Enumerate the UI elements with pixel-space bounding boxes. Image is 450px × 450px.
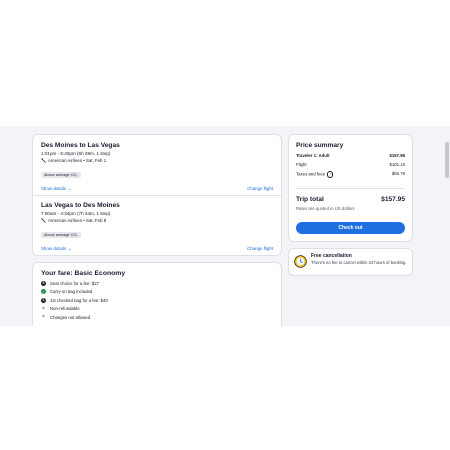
fare-item-text: 1st checked bag for a fee: $40 (50, 297, 108, 303)
price-summary-card: Price summary Traveler 1: Adult $157.95 … (288, 134, 413, 242)
co2-badge: Above average CO₂ (41, 172, 81, 178)
show-details-label: Show details (41, 186, 66, 191)
leg-divider (33, 195, 281, 196)
trip-total-row: Trip total $157.95 (296, 196, 405, 203)
free-cancellation-text: There's no fee to cancel within 24 hours… (311, 260, 407, 265)
taxes-label: Taxes and fees (296, 171, 325, 177)
fare-item-text: Carry-on bag included (50, 289, 93, 294)
check-out-button[interactable]: Check out (296, 222, 405, 234)
chevron-down-icon: ⌄ (67, 186, 72, 191)
flight-leg-times: 1:01pm - 5:40pm (6h 39m, 1 stop) (41, 151, 111, 156)
flight-leg-return: Las Vegas to Des Moines 7:00am - 4:34pm … (41, 202, 273, 252)
change-flight-link[interactable]: Change flight (247, 186, 273, 192)
flight-price-label: Flight (296, 162, 307, 167)
dollar-icon: $ (41, 280, 46, 286)
fare-title: Your fare: Basic Economy (41, 270, 126, 277)
flights-card: Des Moines to Las Vegas 1:01pm - 5:40pm … (32, 134, 282, 256)
flight-leg-title: Las Vegas to Des Moines (41, 202, 120, 209)
show-details-link[interactable]: Show details ⌄ (41, 186, 72, 192)
traveler-label: Traveler 1: Adult (296, 153, 330, 158)
fare-item-text: Changes not allowed (50, 314, 91, 320)
x-icon: × (42, 305, 45, 312)
trip-total-value: $157.95 (381, 196, 405, 203)
fare-item: ✓ Carry-on bag included (41, 289, 273, 294)
clock-icon (294, 255, 307, 268)
flight-price-row: Flight $101.16 (296, 162, 405, 167)
dollar-icon: $ (41, 297, 46, 303)
taxes-label-group: Taxes and fees i (296, 171, 334, 178)
checkout-viewport: Des Moines to Las Vegas 1:01pm - 5:40pm … (0, 126, 450, 326)
trip-total-label: Trip total (296, 196, 324, 203)
fare-item: $ 1st checked bag for a fee: $40 (41, 297, 273, 303)
price-divider (296, 188, 405, 189)
show-details-label: Show details (41, 246, 66, 251)
taxes-value: $56.79 (391, 171, 405, 176)
price-summary-title: Price summary (296, 142, 344, 149)
fare-item: × Non-refundable (41, 305, 273, 312)
flight-price-value: $101.16 (389, 162, 405, 167)
scrollbar-thumb[interactable] (445, 142, 449, 178)
free-cancellation-title: Free cancellation (311, 253, 352, 259)
flight-leg-times: 7:00am - 4:34pm (7h 34m, 1 stop) (41, 211, 111, 216)
x-icon: × (42, 314, 45, 320)
traveler-row: Traveler 1: Adult $157.95 (296, 153, 405, 158)
flight-leg-title: Des Moines to Las Vegas (41, 142, 120, 149)
co2-badge: Above average CO₂ (41, 232, 81, 238)
check-icon: ✓ (41, 289, 46, 294)
fare-item: × Changes not allowed (41, 314, 273, 320)
fare-item: $ Seat choice for a fee: $27 (41, 280, 273, 286)
show-details-link[interactable]: Show details ⌄ (41, 246, 72, 252)
fare-card: Your fare: Basic Economy $ Seat choice f… (32, 262, 282, 326)
info-icon[interactable]: i (326, 171, 334, 178)
fare-item-text: Seat choice for a fee: $27 (50, 280, 99, 286)
fare-item-text: Non-refundable (50, 306, 80, 311)
change-flight-link[interactable]: Change flight (247, 246, 273, 252)
traveler-value: $157.95 (389, 153, 405, 158)
flight-leg-outbound: Des Moines to Las Vegas 1:01pm - 5:40pm … (41, 142, 273, 192)
chevron-down-icon: ⌄ (67, 246, 72, 251)
currency-note: Rates are quoted in US dollars (296, 206, 355, 211)
free-cancellation-card: Free cancellation There's no fee to canc… (288, 248, 413, 276)
taxes-row: Taxes and fees i $56.79 (296, 171, 405, 178)
